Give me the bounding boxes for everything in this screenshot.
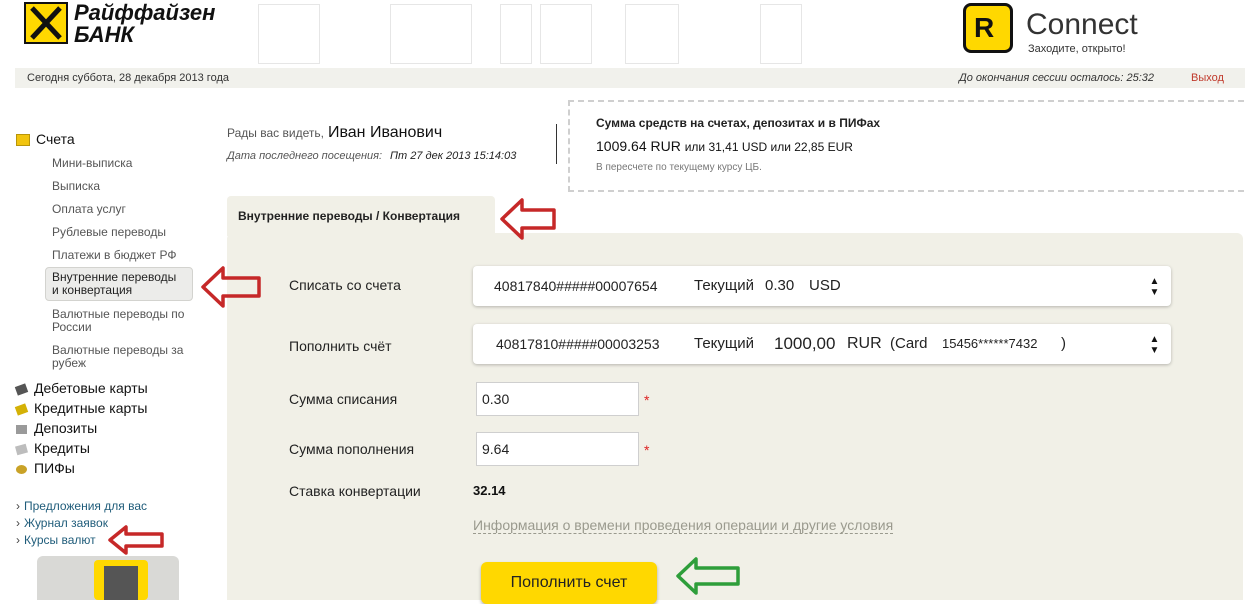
debit-amount-label: Сумма списания — [289, 391, 398, 407]
coins-icon — [16, 464, 27, 474]
credit-icon — [15, 443, 28, 456]
from-account-balance: 0.30 — [765, 277, 795, 294]
sidebar-item-internal-transfers[interactable]: Внутренние переводы и конвертация — [45, 267, 193, 301]
sidebar-item-payments[interactable]: Оплата услуг — [52, 203, 126, 216]
sidebar-item-label: Кредиты — [34, 440, 90, 456]
conversion-rate-label: Ставка конвертации — [289, 483, 421, 499]
balance-amount-other: или 31,41 USD или 22,85 EUR — [684, 140, 853, 154]
balance-sum: 1009.64 RUR или 31,41 USD или 22,85 EUR — [596, 138, 853, 154]
annotation-arrow-left-icon — [500, 198, 556, 240]
last-visit-value: Пт 27 дек 2013 15:14:03 — [390, 150, 517, 162]
sidebar-item-ruble-transfers[interactable]: Рублевые переводы — [52, 226, 166, 239]
sidebar-item-accounts[interactable]: Счета — [16, 131, 75, 147]
sidebar-link-rates[interactable]: › Курсы валют — [16, 533, 96, 547]
submit-transfer-button[interactable]: Пополнить счет — [481, 562, 657, 604]
select-arrows-icon: ▲▼ — [1149, 276, 1160, 298]
balance-title: Сумма средств на счетах, депозитах и в П… — [596, 116, 881, 130]
credit-amount-input[interactable] — [476, 432, 639, 466]
required-mark: * — [644, 392, 650, 408]
to-account-select[interactable]: 40817810#####00003253 Текущий 1000,00 RU… — [473, 324, 1171, 364]
sidebar-item-label: Депозиты — [34, 420, 98, 436]
sidebar-item-mini-statement[interactable]: Мини-выписка — [52, 157, 132, 170]
operation-info-link[interactable]: Информация о времени проведения операции… — [473, 517, 894, 534]
sidebar-item-fx-abroad[interactable]: Валютные переводы за рубеж — [52, 344, 197, 370]
last-visit-label: Дата последнего посещения: — [227, 150, 383, 162]
select-arrows-icon: ▲▼ — [1149, 334, 1160, 356]
status-bar: Сегодня суббота, 28 декабря 2013 года До… — [15, 68, 1245, 88]
annotation-arrow-left-icon — [108, 525, 164, 555]
sidebar-item-label: ПИФы — [34, 460, 75, 476]
sidebar-link-label: Курсы валют — [24, 533, 96, 547]
user-name: Иван Иванович — [327, 124, 443, 141]
decor-monitor-icon — [390, 4, 472, 64]
balance-amount: 1009.64 RUR — [596, 138, 681, 154]
to-account-label: Пополнить счёт — [289, 338, 392, 354]
to-account-balance: 1000,00 — [774, 334, 836, 353]
chevron-right-icon: › — [16, 533, 20, 547]
sidebar-item-fx-russia[interactable]: Валютные переводы по России — [52, 308, 197, 334]
r-connect-tagline: Заходите, открыто! — [1028, 43, 1126, 55]
sidebar-item-statement[interactable]: Выписка — [52, 180, 100, 193]
chevron-right-icon: › — [16, 516, 20, 530]
to-account-type: Текущий — [694, 335, 754, 352]
folder-icon — [16, 134, 30, 147]
session-timer: До окончания сессии осталось: 25:32 — [959, 72, 1154, 84]
sidebar-item-deposits[interactable]: Депозиты — [16, 420, 97, 436]
debit-card-icon — [14, 383, 29, 396]
tower-icon — [104, 566, 138, 600]
sidebar-link-offers[interactable]: › Предложения для вас — [16, 499, 147, 513]
from-account-currency: USD — [809, 277, 841, 294]
tab-internal-transfers[interactable]: Внутренние переводы / Конвертация — [227, 196, 495, 236]
debit-amount-input[interactable] — [476, 382, 639, 416]
sidebar-item-credits[interactable]: Кредиты — [15, 440, 90, 456]
sidebar-item-label: Дебетовые карты — [34, 380, 148, 396]
from-account-label: Списать со счета — [289, 277, 401, 293]
bank-name-sub: БАНК — [74, 22, 135, 47]
sidebar-item-label: Кредитные карты — [34, 400, 148, 416]
card-suffix: ) — [1061, 335, 1066, 352]
card-prefix: (Card — [890, 335, 928, 352]
divider — [556, 124, 557, 164]
deposit-icon — [16, 424, 27, 434]
annotation-arrow-left-icon — [676, 557, 740, 595]
logout-link[interactable]: Выход — [1191, 68, 1224, 88]
decor-lamp-icon — [540, 4, 592, 64]
sidebar-item-budget-payments[interactable]: Платежи в бюджет РФ — [52, 249, 176, 262]
from-account-select[interactable]: 40817840#####00007654 Текущий 0.30 USD ▲… — [473, 266, 1171, 306]
required-mark: * — [644, 442, 650, 458]
from-account-type: Текущий — [694, 277, 754, 294]
sidebar-item-debit-cards[interactable]: Дебетовые карты — [14, 380, 148, 396]
to-account-currency: RUR — [847, 335, 882, 352]
sidebar-link-requests[interactable]: › Журнал заявок — [16, 516, 108, 530]
decor-cabinet-icon — [625, 4, 679, 64]
sidebar-item-credit-cards[interactable]: Кредитные карты — [14, 400, 148, 416]
credit-card-icon — [14, 403, 29, 416]
header: Райффайзен БАНК R Connect Заходите, откр… — [0, 0, 1245, 68]
card-number: 15456******7432 — [942, 336, 1038, 351]
current-date: Сегодня суббота, 28 декабря 2013 года — [27, 72, 229, 84]
balance-note: В пересчете по текущему курсу ЦБ. — [596, 162, 762, 173]
sidebar-link-label: Журнал заявок — [24, 516, 108, 530]
sidebar-item-funds[interactable]: ПИФы — [16, 460, 75, 476]
sidebar-link-label: Предложения для вас — [24, 499, 147, 513]
to-account-number: 40817810#####00003253 — [496, 336, 660, 352]
from-account-number: 40817840#####00007654 — [494, 278, 658, 294]
sidebar-item-label: Счета — [36, 131, 75, 147]
r-connect-logo-icon[interactable]: R — [963, 3, 1013, 53]
decor-pens-icon — [500, 4, 532, 64]
greeting: Рады вас видеть, Иван Иванович — [227, 124, 442, 142]
last-visit: Дата последнего посещения: Пт 27 дек 2013… — [227, 150, 516, 162]
annotation-arrow-left-icon — [201, 266, 261, 308]
credit-amount-label: Сумма пополнения — [289, 441, 415, 457]
decor-printer-icon — [258, 4, 320, 64]
greeting-prefix: Рады вас видеть, — [227, 126, 324, 140]
conversion-rate-value: 32.14 — [473, 483, 506, 498]
r-connect-title: Connect — [1026, 8, 1138, 41]
raiffeisen-logo-icon[interactable] — [24, 2, 68, 44]
decor-phone-icon — [760, 4, 802, 64]
chevron-right-icon: › — [16, 499, 20, 513]
